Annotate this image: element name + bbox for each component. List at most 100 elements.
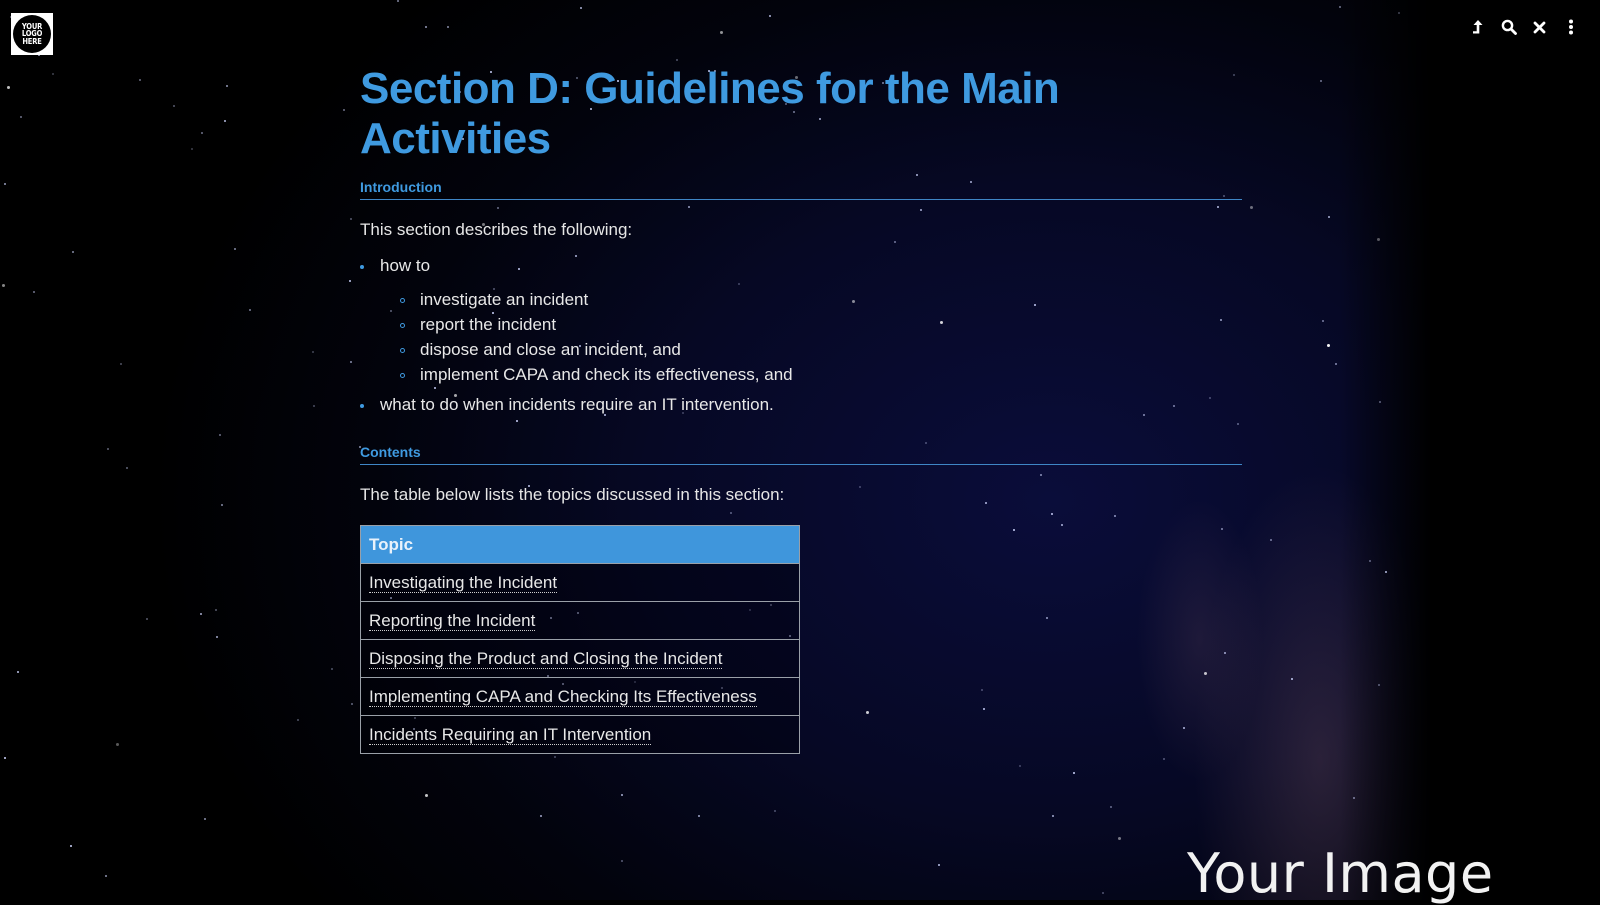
star bbox=[774, 810, 776, 812]
star bbox=[116, 743, 119, 746]
list-item: what to do when incidents require an IT … bbox=[360, 395, 1242, 415]
introduction-heading: Introduction bbox=[360, 179, 1242, 200]
star bbox=[540, 815, 542, 817]
sub-list-item: implement CAPA and check its effectivene… bbox=[400, 362, 1242, 387]
table-row: Implementing CAPA and Checking Its Effec… bbox=[360, 677, 800, 716]
search-button[interactable] bbox=[1499, 16, 1518, 38]
star bbox=[126, 467, 128, 469]
sub-list-item: dispose and close an incident, and bbox=[400, 337, 1242, 362]
star bbox=[219, 434, 221, 436]
logo[interactable]: YOUR LOGO HERE bbox=[11, 13, 53, 55]
star bbox=[224, 120, 226, 122]
star bbox=[1398, 12, 1400, 14]
introduction-list: how to investigate an incident report th… bbox=[360, 256, 1242, 415]
star bbox=[769, 15, 771, 17]
star bbox=[139, 79, 141, 81]
star bbox=[1385, 571, 1387, 573]
topic-link-capa[interactable]: Implementing CAPA and Checking Its Effec… bbox=[369, 686, 757, 707]
star bbox=[204, 818, 206, 820]
introduction-lead: This section describes the following: bbox=[360, 220, 633, 239]
table-cell: Reporting the Incident bbox=[360, 601, 800, 640]
star bbox=[349, 280, 351, 282]
table-cell: Investigating the Incident bbox=[360, 563, 800, 602]
table-row: Incidents Requiring an IT Intervention bbox=[360, 715, 800, 754]
star bbox=[1250, 206, 1253, 209]
star bbox=[1328, 216, 1330, 218]
star bbox=[1377, 238, 1380, 241]
star bbox=[249, 309, 251, 311]
star bbox=[1369, 560, 1371, 562]
star bbox=[425, 794, 428, 797]
close-button[interactable] bbox=[1530, 16, 1549, 38]
star bbox=[350, 361, 352, 363]
background-caption: Your Image bbox=[1187, 842, 1494, 905]
topic-link-reporting[interactable]: Reporting the Incident bbox=[369, 610, 536, 631]
star bbox=[350, 218, 352, 220]
sub-list-item: report the incident bbox=[400, 312, 1242, 337]
star bbox=[7, 86, 10, 89]
star bbox=[698, 815, 700, 817]
star bbox=[343, 109, 345, 111]
more-options-button[interactable] bbox=[1561, 16, 1580, 38]
star bbox=[676, 59, 678, 61]
star bbox=[1335, 363, 1337, 365]
star bbox=[72, 251, 74, 253]
up-button[interactable] bbox=[1468, 16, 1487, 38]
star bbox=[105, 875, 107, 877]
topic-link-it-intervention[interactable]: Incidents Requiring an IT Intervention bbox=[369, 724, 652, 745]
star bbox=[1291, 678, 1293, 680]
star bbox=[146, 618, 148, 620]
star bbox=[20, 116, 22, 118]
list-item-text: how to bbox=[380, 256, 431, 275]
star bbox=[215, 609, 217, 611]
star bbox=[1353, 797, 1355, 799]
contents-heading: Contents bbox=[360, 444, 1242, 465]
star bbox=[191, 148, 193, 150]
table-row: Reporting the Incident bbox=[360, 601, 800, 640]
sub-list-item: investigate an incident bbox=[400, 287, 1242, 312]
star bbox=[17, 671, 19, 673]
star bbox=[4, 757, 6, 759]
logo-badge: YOUR LOGO HERE bbox=[13, 15, 51, 53]
star bbox=[1379, 401, 1381, 403]
list-item: how to investigate an incident report th… bbox=[360, 256, 1242, 387]
table-cell: Incidents Requiring an IT Intervention bbox=[360, 715, 800, 754]
star bbox=[1073, 772, 1075, 774]
star bbox=[621, 860, 623, 862]
topics-table: Topic Investigating the Incident Reporti… bbox=[360, 525, 800, 754]
close-icon bbox=[1533, 21, 1546, 33]
star bbox=[312, 351, 314, 353]
star bbox=[1339, 6, 1341, 8]
star bbox=[234, 248, 236, 250]
star bbox=[70, 845, 72, 847]
topic-link-investigating[interactable]: Investigating the Incident bbox=[369, 572, 558, 593]
star bbox=[1163, 758, 1165, 760]
star bbox=[351, 703, 353, 705]
star bbox=[1019, 765, 1021, 767]
star bbox=[1102, 892, 1104, 894]
star bbox=[331, 668, 333, 670]
star bbox=[1270, 539, 1272, 541]
star bbox=[397, 0, 399, 2]
star bbox=[216, 636, 218, 638]
star bbox=[52, 73, 54, 75]
main-content: Section D: Guidelines for the Main Activ… bbox=[360, 64, 1242, 754]
star bbox=[938, 864, 940, 866]
topic-link-disposing[interactable]: Disposing the Product and Closing the In… bbox=[369, 648, 723, 669]
contents-lead: The table below lists the topics discuss… bbox=[360, 485, 785, 504]
star bbox=[226, 85, 228, 87]
star bbox=[313, 405, 315, 407]
star bbox=[1322, 320, 1324, 322]
star bbox=[173, 105, 175, 107]
sub-list: investigate an incident report the incid… bbox=[380, 287, 1242, 387]
star bbox=[1118, 837, 1121, 840]
star bbox=[425, 26, 427, 28]
star bbox=[447, 26, 449, 28]
star bbox=[297, 719, 299, 721]
star bbox=[107, 448, 109, 450]
page-title: Section D: Guidelines for the Main Activ… bbox=[360, 64, 1060, 163]
more-vertical-icon bbox=[1568, 19, 1573, 35]
table-row: Disposing the Product and Closing the In… bbox=[360, 639, 800, 678]
star bbox=[33, 291, 35, 293]
star bbox=[1110, 806, 1112, 808]
